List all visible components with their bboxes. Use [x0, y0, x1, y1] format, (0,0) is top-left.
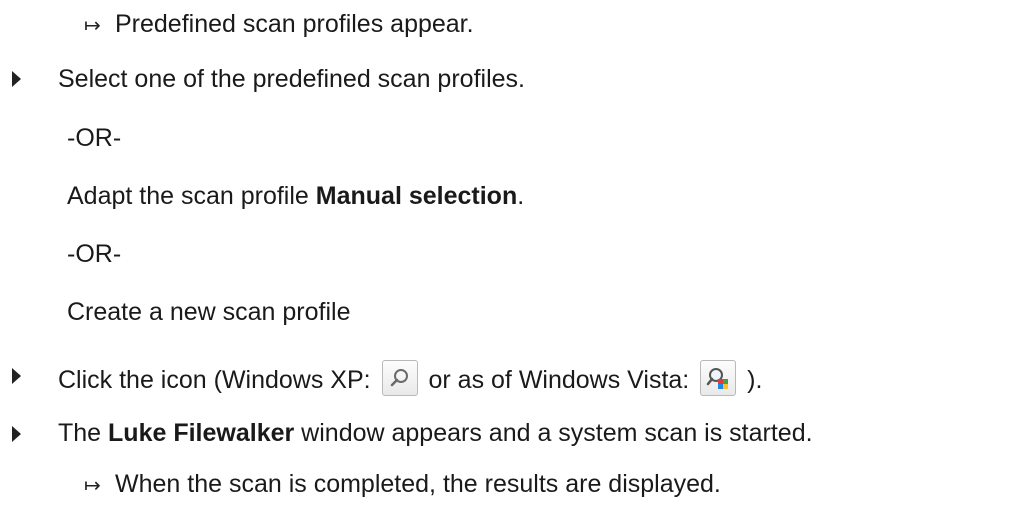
or-separator-1: -OR- [67, 124, 122, 152]
step-create-profile: Create a new scan profile [67, 298, 351, 326]
manual-selection-term: Manual selection [315, 182, 518, 210]
result-arrow-icon: ↦ [84, 475, 101, 497]
or-separator-2: -OR- [67, 240, 122, 268]
result-text-2: When the scan is completed, the results … [115, 470, 721, 498]
step-window-appears: The Luke Filewalker window appears and a… [58, 419, 813, 447]
step-select-profile: Select one of the predefined scan profil… [58, 65, 525, 93]
result-text-1: Predefined scan profiles appear. [115, 10, 474, 38]
step-click-icon: Click the icon (Windows XP: or as of Win… [58, 360, 762, 396]
magnifier-color-icon[interactable] [700, 360, 737, 396]
luke-filewalker-term: Luke Filewalker [108, 419, 295, 447]
step-bullet [12, 71, 21, 87]
step-bullet [12, 368, 21, 384]
step-adapt-profile: Adapt the scan profile Manual selection. [67, 182, 525, 210]
step-bullet [12, 426, 21, 442]
magnifier-icon[interactable] [381, 360, 418, 396]
result-arrow-icon: ↦ [84, 15, 101, 37]
